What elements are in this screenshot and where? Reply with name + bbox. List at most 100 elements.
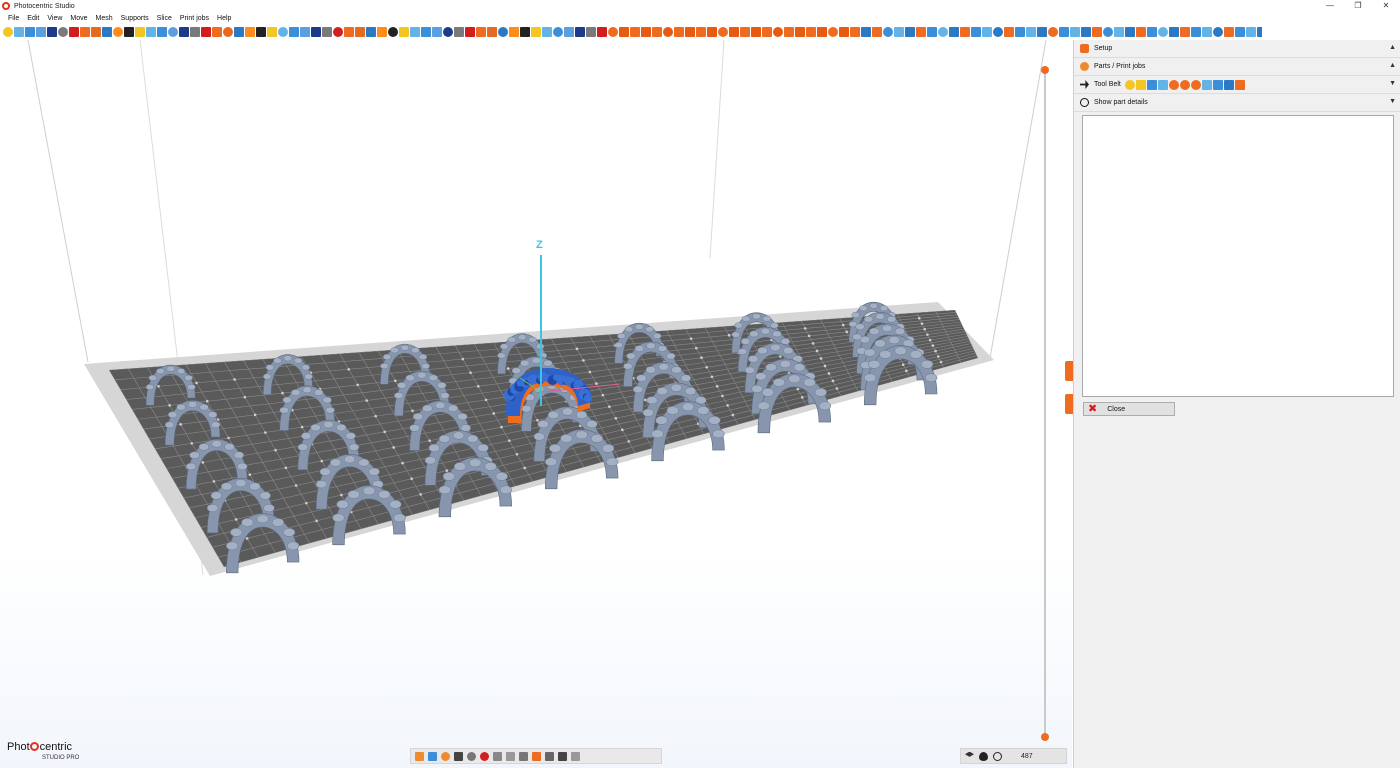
collapse-arrow-icon[interactable]: ▲ [1389,62,1396,69]
view-tool-icon[interactable] [467,751,476,761]
toolbar-tool-icon[interactable] [1136,27,1146,37]
layers-icon[interactable] [965,751,974,757]
layer-slider-track[interactable] [1044,70,1046,738]
panel-expand-tab[interactable] [1065,394,1073,414]
toolbar-tool-icon[interactable] [993,27,1003,37]
toolbar-tool-icon[interactable] [36,27,46,37]
minimize-button[interactable]: — [1316,0,1344,12]
toolbar-tool-icon[interactable] [828,27,838,37]
toolbar-tool-icon[interactable] [454,27,464,37]
menu-help[interactable]: Help [213,15,235,22]
toolbar-tool-icon[interactable] [1015,27,1025,37]
toolbar-tool-icon[interactable] [1169,27,1179,37]
toolbar-tool-icon[interactable] [1147,27,1157,37]
toolbar-tool-icon[interactable] [938,27,948,37]
toolbar-tool-icon[interactable] [773,27,783,37]
toolbar-tool-icon[interactable] [223,27,233,37]
collapse-arrow-icon[interactable]: ▲ [1389,44,1396,51]
toolbar-tool-icon[interactable] [784,27,794,37]
setup-section-header[interactable]: Setup ▲ [1074,40,1400,58]
toolbar-tool-icon[interactable] [245,27,255,37]
toolbar-tool-icon[interactable] [608,27,618,37]
toolbar-tool-icon[interactable] [212,27,222,37]
details-section-header[interactable]: Show part details ▼ [1074,94,1400,112]
toolbelt-tool-icon[interactable] [1234,79,1245,90]
toolbar-tool-icon[interactable] [102,27,112,37]
toolbar-tool-icon[interactable] [135,27,145,37]
parts-section-header[interactable]: Parts / Print jobs ▲ [1074,58,1400,76]
toolbar-tool-icon[interactable] [3,27,13,37]
toolbelt-tool-icon[interactable] [1168,79,1179,90]
expand-arrow-icon[interactable]: ▼ [1389,98,1396,105]
toolbar-tool-icon[interactable] [663,27,673,37]
layer-slider-top-knob[interactable] [1041,66,1049,74]
toolbar-tool-icon[interactable] [377,27,387,37]
toolbar-tool-icon[interactable] [1224,27,1234,37]
toolbar-tool-icon[interactable] [289,27,299,37]
toolbar-tool-icon[interactable] [366,27,376,37]
toolbar-tool-icon[interactable] [872,27,882,37]
toolbar-tool-icon[interactable] [1246,27,1256,37]
toolbar-tool-icon[interactable] [1213,27,1223,37]
toolbar-tool-icon[interactable] [586,27,596,37]
view-tool-icon[interactable] [545,751,554,761]
toolbar-tool-icon[interactable] [982,27,992,37]
panel-collapse-tab[interactable] [1065,361,1073,381]
toolbar-tool-icon[interactable] [1092,27,1102,37]
toolbar-tool-icon[interactable] [1081,27,1091,37]
toolbar-tool-icon[interactable] [1125,27,1135,37]
toolbar-tool-icon[interactable] [949,27,959,37]
toolbar-tool-icon[interactable] [685,27,695,37]
toolbar-tool-icon[interactable] [542,27,552,37]
toolbar-tool-icon[interactable] [498,27,508,37]
toolbar-tool-icon[interactable] [883,27,893,37]
toolbar-tool-icon[interactable] [916,27,926,37]
toolbar-tool-icon[interactable] [256,27,266,37]
toolbelt-tool-icon[interactable] [1201,79,1212,90]
toolbelt-tool-icon[interactable] [1179,79,1190,90]
toolbar-tool-icon[interactable] [927,27,937,37]
toolbelt-tool-icon[interactable] [1135,79,1146,90]
toolbar-tool-icon[interactable] [487,27,497,37]
toolbar-tool-icon[interactable] [476,27,486,37]
toolbar-tool-icon[interactable] [201,27,211,37]
toolbelt-tool-icon[interactable] [1146,79,1157,90]
toolbar-tool-icon[interactable] [1048,27,1058,37]
menu-edit[interactable]: Edit [23,15,43,22]
toolbar-tool-icon[interactable] [234,27,244,37]
3d-viewport[interactable]: Z [0,40,1072,768]
close-window-button[interactable]: ✕ [1372,0,1400,12]
toolbelt-section-header[interactable]: Tool Belt ▼ [1074,76,1400,94]
toolbar-tool-icon[interactable] [124,27,134,37]
toolbar-tool-icon[interactable] [58,27,68,37]
toolbar-tool-icon[interactable] [190,27,200,37]
toolbar-tool-icon[interactable] [553,27,563,37]
view-tool-icon[interactable] [480,751,489,761]
toolbar-tool-icon[interactable] [839,27,849,37]
toolbar-tool-icon[interactable] [509,27,519,37]
toolbar-tool-icon[interactable] [410,27,420,37]
toolbar-tool-icon[interactable] [1037,27,1047,37]
toolbar-tool-icon[interactable] [806,27,816,37]
clock-icon[interactable] [993,751,1002,761]
toolbar-tool-icon[interactable] [14,27,24,37]
toolbar-tool-icon[interactable] [168,27,178,37]
toolbar-tool-icon[interactable] [971,27,981,37]
toolbar-tool-icon[interactable] [344,27,354,37]
view-tool-icon[interactable] [506,751,515,761]
toolbar-tool-icon[interactable] [894,27,904,37]
menu-supports[interactable]: Supports [117,15,153,22]
toolbar-tool-icon[interactable] [1257,27,1262,37]
toolbar-tool-icon[interactable] [1191,27,1201,37]
toolbar-tool-icon[interactable] [520,27,530,37]
toolbar-tool-icon[interactable] [762,27,772,37]
toolbar-tool-icon[interactable] [80,27,90,37]
toolbar-tool-icon[interactable] [146,27,156,37]
toolbar-tool-icon[interactable] [696,27,706,37]
toolbar-tool-icon[interactable] [443,27,453,37]
toolbar-tool-icon[interactable] [1235,27,1245,37]
toolbar-tool-icon[interactable] [333,27,343,37]
view-tool-icon[interactable] [493,751,502,761]
layer-slider-bottom-knob[interactable] [1041,733,1049,741]
toolbar-tool-icon[interactable] [1026,27,1036,37]
